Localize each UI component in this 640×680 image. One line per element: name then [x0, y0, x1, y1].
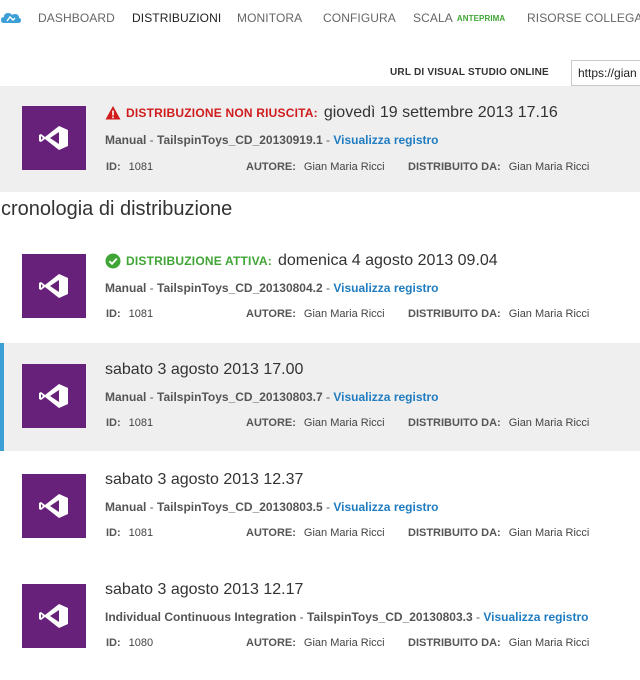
view-log-link[interactable]: Visualizza registro [333, 390, 438, 404]
status-failed: DISTRIBUZIONE NON RIUSCITA: [105, 105, 318, 121]
status-text: DISTRIBUZIONE ATTIVA: [126, 254, 272, 268]
deployment-source: Manual [105, 500, 147, 514]
nav-scala[interactable]: SCALA ANTEPRIMA [413, 11, 505, 25]
deployment-header: sabato 3 agosto 2013 17.00 [105, 361, 303, 379]
nav-dashboard[interactable]: DASHBOARD [38, 11, 115, 25]
deployment-id: ID: 1081 [106, 417, 154, 429]
view-log-link[interactable]: Visualizza registro [333, 500, 438, 514]
deployment-id: ID: 1081 [106, 161, 154, 173]
deployment-id: ID: 1081 [106, 527, 154, 539]
view-log-link[interactable]: Visualizza registro [333, 133, 438, 147]
deployment-id: ID: 1080 [106, 637, 154, 649]
top-nav: DASHBOARD DISTRIBUZIONI MONITORA CONFIGU… [0, 0, 640, 36]
visual-studio-tile [22, 364, 86, 428]
visual-studio-tile [22, 254, 86, 318]
deployment-date: domenica 4 agosto 2013 09.04 [277, 252, 498, 269]
deployment-id: ID: 1081 [106, 308, 154, 320]
nav-configura[interactable]: CONFIGURA [323, 11, 396, 25]
history-entry[interactable]: sabato 3 agosto 2013 12.37 Manual - Tail… [0, 453, 640, 561]
deployment-source-line: Manual - TailspinToys_CD_20130803.5 - Vi… [105, 500, 439, 514]
deployment-package: TailspinToys_CD_20130804.2 [157, 281, 323, 295]
deployment-header: DISTRIBUZIONE NON RIUSCITA: giovedì 19 s… [105, 104, 558, 122]
deployment-author: AUTORE: Gian Maria Ricci [246, 527, 385, 539]
history-title: cronologia di distribuzione [1, 198, 233, 220]
visual-studio-icon [39, 384, 68, 408]
check-circle-icon [105, 253, 121, 269]
deployment-source-line: Manual - TailspinToys_CD_20130803.7 - Vi… [105, 390, 439, 404]
deployment-date: sabato 3 agosto 2013 17.00 [105, 361, 304, 378]
deployment-date: sabato 3 agosto 2013 12.37 [105, 471, 304, 488]
deployment-package: TailspinToys_CD_20130919.1 [157, 133, 323, 147]
deployment-author: AUTORE: Gian Maria Ricci [246, 308, 385, 320]
visual-studio-icon [39, 274, 68, 298]
failed-deployment[interactable]: DISTRIBUZIONE NON RIUSCITA: giovedì 19 s… [0, 86, 640, 192]
preview-badge: ANTEPRIMA [456, 14, 506, 23]
deployment-deployer: DISTRIBUITO DA: Gian Maria Ricci [408, 308, 590, 320]
history-entry-selected[interactable]: sabato 3 agosto 2013 17.00 Manual - Tail… [0, 343, 640, 451]
deployment-header: sabato 3 agosto 2013 12.17 [105, 581, 303, 599]
deployment-deployer: DISTRIBUITO DA: Gian Maria Ricci [408, 637, 590, 649]
deployment-header: DISTRIBUZIONE ATTIVA: domenica 4 agosto … [105, 252, 498, 270]
status-active: DISTRIBUZIONE ATTIVA: [105, 253, 272, 269]
deployment-date: sabato 3 agosto 2013 12.17 [105, 581, 304, 598]
deployment-author: AUTORE: Gian Maria Ricci [246, 637, 385, 649]
deployment-header: sabato 3 agosto 2013 12.37 [105, 471, 303, 489]
deployment-deployer: DISTRIBUITO DA: Gian Maria Ricci [408, 417, 590, 429]
deployment-package: TailspinToys_CD_20130803.3 [307, 610, 473, 624]
deployment-source: Manual [105, 281, 147, 295]
visual-studio-tile [22, 106, 86, 170]
deployment-deployer: DISTRIBUITO DA: Gian Maria Ricci [408, 527, 590, 539]
deployment-source: Individual Continuous Integration [105, 610, 297, 624]
deployment-deployer: DISTRIBUITO DA: Gian Maria Ricci [408, 161, 590, 173]
vso-url-label: URL DI VISUAL STUDIO ONLINE [390, 67, 549, 78]
vso-url-input[interactable] [571, 60, 640, 86]
visual-studio-tile [22, 474, 86, 538]
deployment-source-line: Individual Continuous Integration - Tail… [105, 610, 589, 624]
status-text: DISTRIBUZIONE NON RIUSCITA: [126, 106, 318, 120]
deployment-source-line: Manual - TailspinToys_CD_20130804.2 - Vi… [105, 281, 439, 295]
history-entry[interactable]: sabato 3 agosto 2013 12.17 Individual Co… [0, 563, 640, 671]
deployment-date: giovedì 19 settembre 2013 17.16 [323, 104, 558, 121]
visual-studio-tile [22, 584, 86, 648]
deployment-source: Manual [105, 390, 147, 404]
visual-studio-icon [39, 494, 68, 518]
deployment-author: AUTORE: Gian Maria Ricci [246, 417, 385, 429]
view-log-link[interactable]: Visualizza registro [483, 610, 588, 624]
nav-distribuzioni[interactable]: DISTRIBUZIONI [132, 11, 221, 25]
view-log-link[interactable]: Visualizza registro [333, 281, 438, 295]
visual-studio-icon [39, 604, 68, 628]
deployment-package: TailspinToys_CD_20130803.5 [157, 500, 323, 514]
deployment-source-line: Manual - TailspinToys_CD_20130919.1 - Vi… [105, 133, 439, 147]
nav-monitora[interactable]: MONITORA [237, 11, 302, 25]
visual-studio-icon [39, 126, 68, 150]
deployment-package: TailspinToys_CD_20130803.7 [157, 390, 323, 404]
nav-risorse-collegate[interactable]: RISORSE COLLEGATE [527, 11, 640, 25]
history-entry[interactable]: DISTRIBUZIONE ATTIVA: domenica 4 agosto … [0, 233, 640, 343]
deployment-source: Manual [105, 133, 147, 147]
nav-scala-label: SCALA [413, 11, 453, 25]
warning-icon [105, 106, 121, 120]
cloud-logo-icon[interactable] [0, 8, 22, 28]
deployment-author: AUTORE: Gian Maria Ricci [246, 161, 385, 173]
